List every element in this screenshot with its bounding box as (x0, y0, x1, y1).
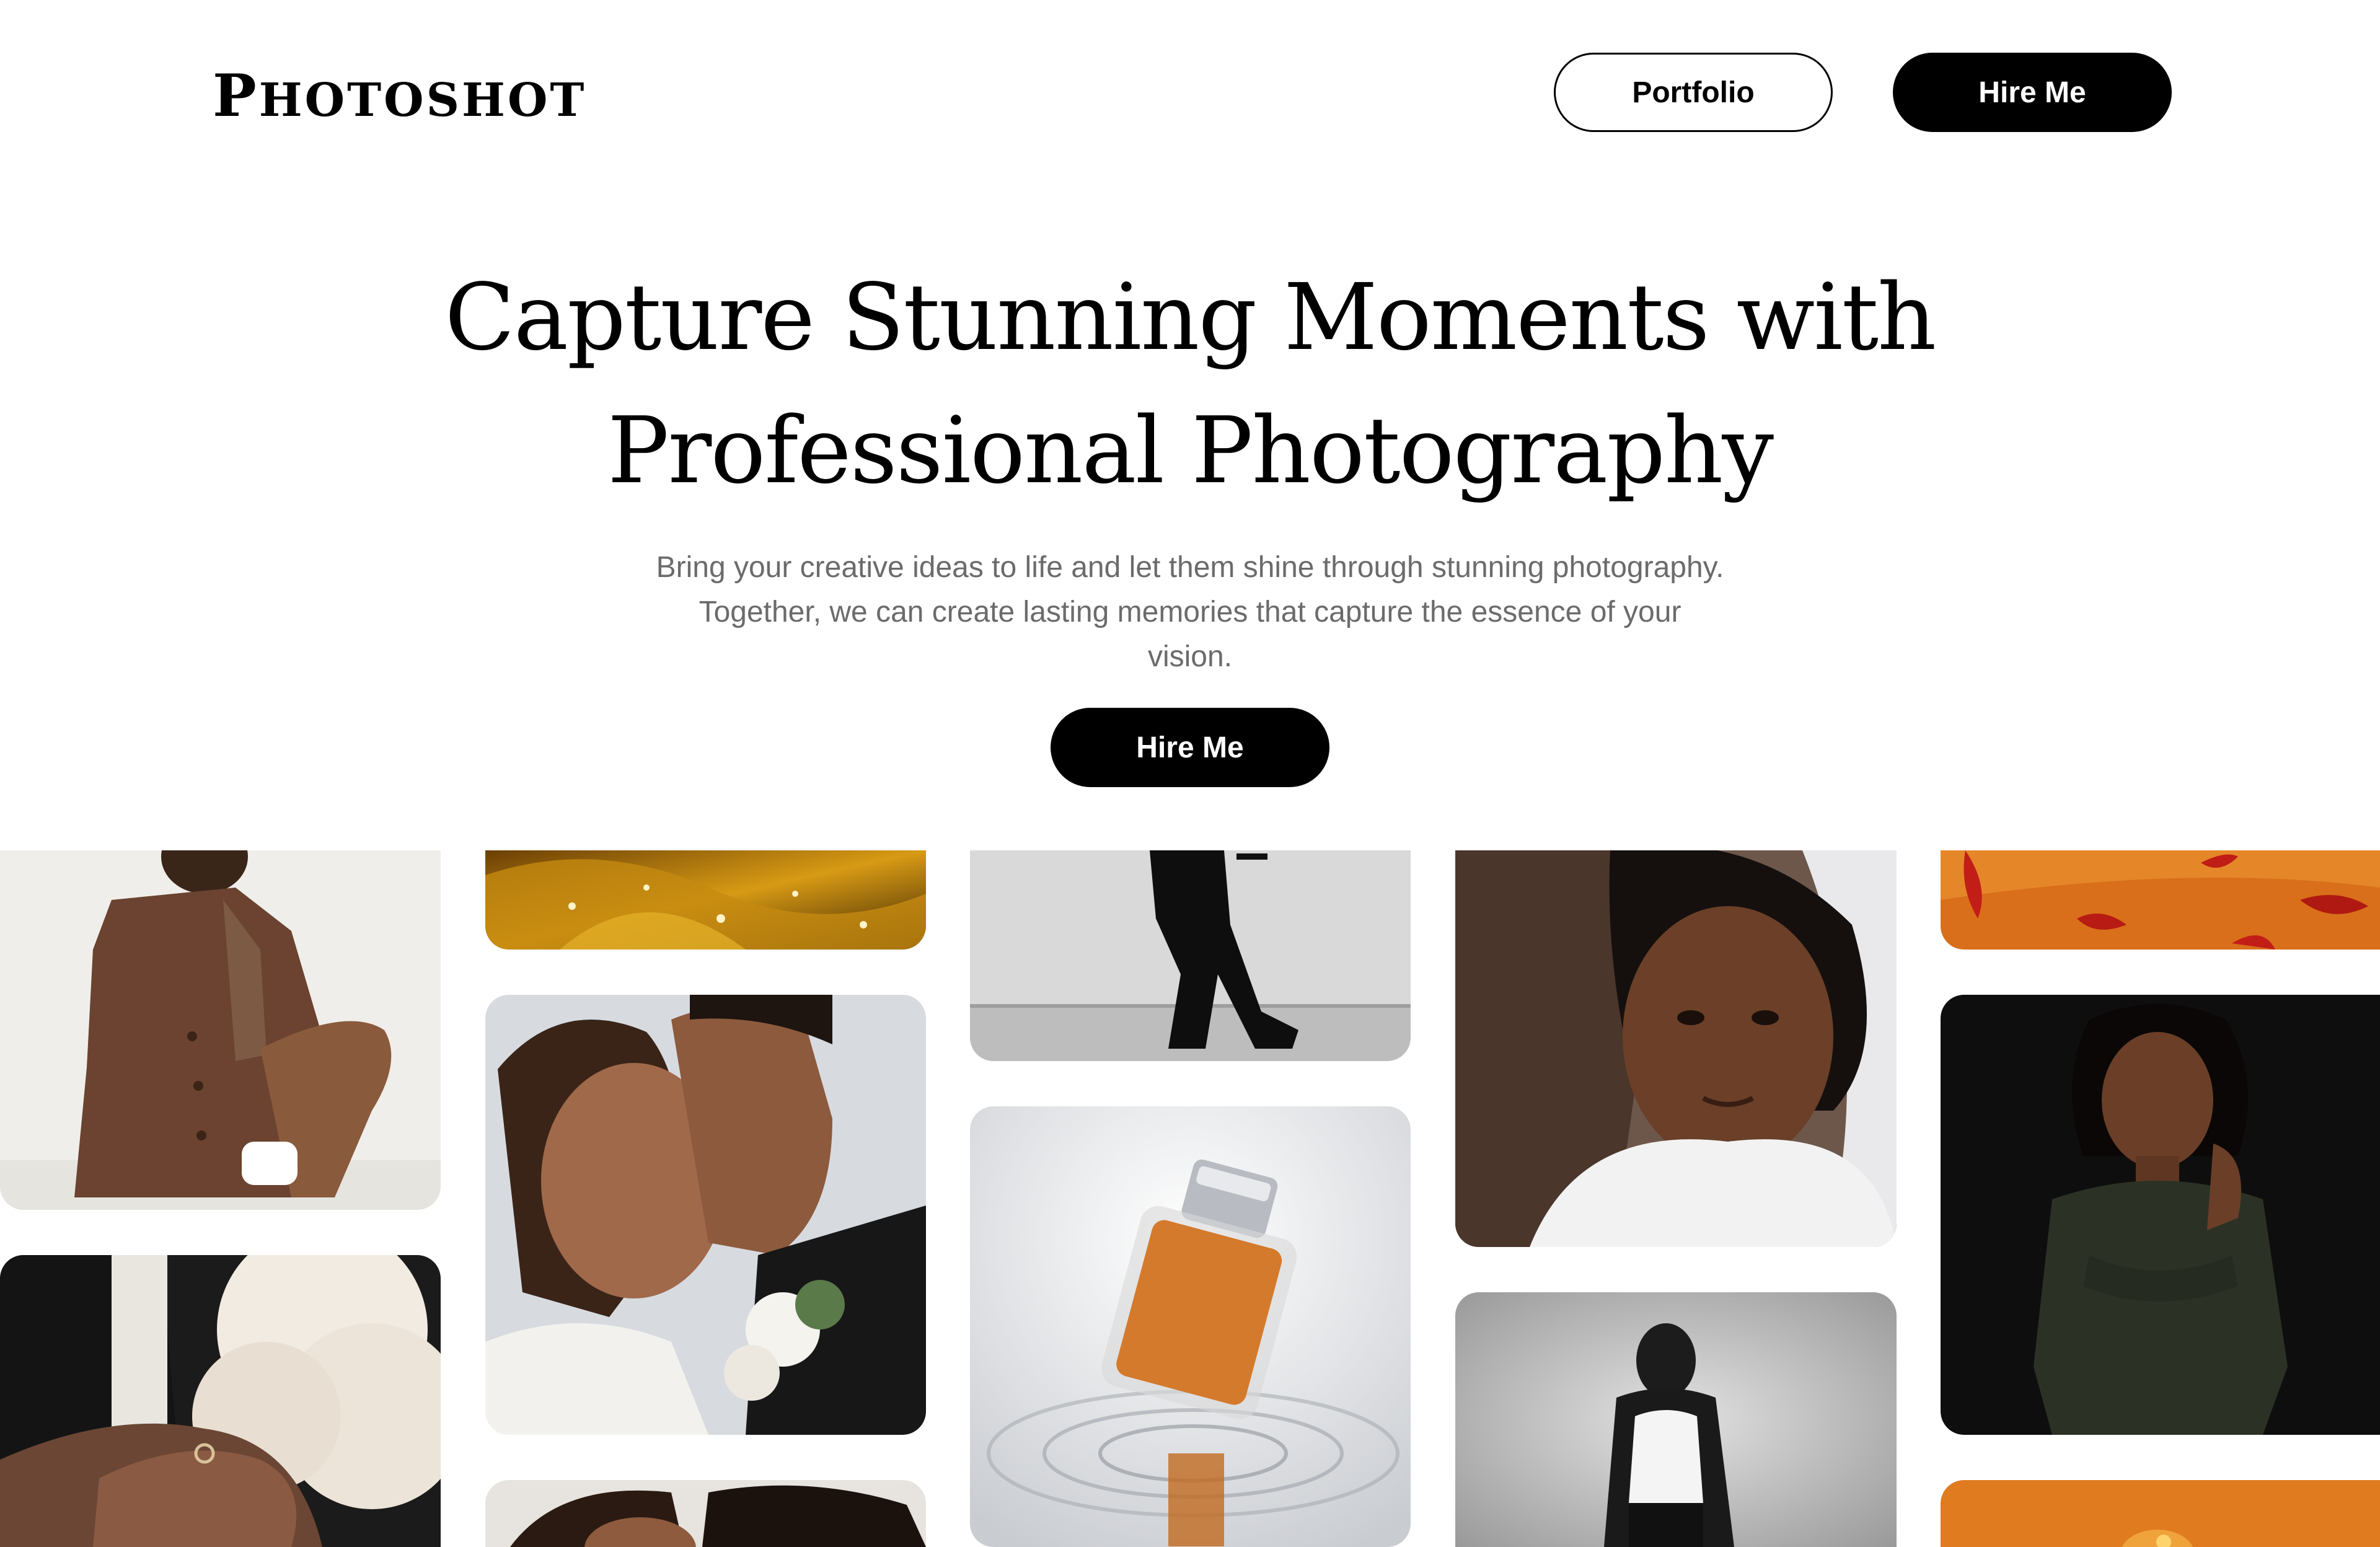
gallery-image-couple-rings[interactable] (0, 1255, 441, 1547)
hero-subtitle: Bring your creative ideas to life and le… (601, 545, 1779, 679)
hero-subtitle-line3: vision. (1147, 640, 1233, 673)
logo-initial: P (213, 62, 259, 130)
hero-subtitle-line1: Bring your creative ideas to life and le… (656, 551, 1724, 584)
hero-headline-line2: Professional Photography (607, 397, 1774, 504)
hire-me-nav-button[interactable]: Hire Me (1893, 53, 2172, 132)
gallery-image-silhouette[interactable] (970, 850, 1411, 1061)
logo[interactable]: PHOTOSHOT (213, 62, 586, 134)
hero-headline-line1: Capture Stunning Moments with (444, 264, 1937, 371)
gallery-image-yellow-petals[interactable] (485, 850, 926, 950)
gallery-image-man-bw[interactable] (1455, 1292, 1897, 1547)
logo-rest: HOTOSHOT (258, 74, 587, 127)
gallery-image-wedding-couple[interactable] (485, 995, 926, 1435)
hero-headline: Capture Stunning Moments with Profession… (0, 251, 2380, 518)
portfolio-button[interactable]: Portfolio (1554, 53, 1833, 132)
gallery-image-couple-closeup[interactable] (485, 1480, 926, 1547)
gallery-image-orange-product[interactable] (1941, 1480, 2380, 1547)
hero-subtitle-line2: Together, we can create lasting memories… (699, 596, 1681, 628)
gallery-image-perfume[interactable] (970, 1106, 1411, 1547)
hire-me-cta-button[interactable]: Hire Me (1051, 708, 1329, 787)
gallery-image-bride-portrait[interactable] (1455, 850, 1897, 1247)
gallery-image-woman-coat[interactable] (0, 850, 441, 1210)
gallery-image-woman-olive-shirt[interactable] (1941, 995, 2380, 1435)
gallery-image-chili-peppers[interactable] (1941, 850, 2380, 950)
